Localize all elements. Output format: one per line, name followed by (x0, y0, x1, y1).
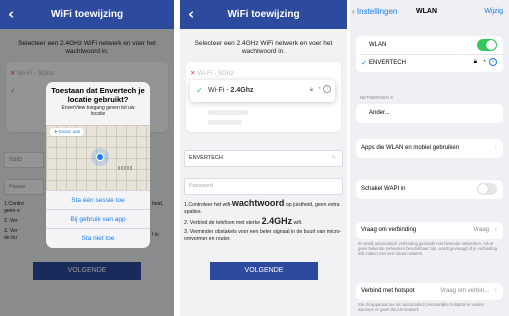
networks-header-label: NETWERKEN (360, 95, 389, 100)
wapi-label: Schakel WAPI in (361, 186, 406, 192)
lock-icon: 🔒︎ (473, 59, 477, 65)
apps-wlan-row[interactable]: Apps die WLAN en mobiel gebruiken › (356, 139, 503, 158)
allow-while-using-button[interactable]: Bij gebruik van app (46, 209, 150, 228)
selected-network-name: Wi-Fi - 2.4Ghz (208, 87, 254, 94)
dont-allow-button[interactable]: Sta niet toe (46, 228, 150, 247)
tip1-text-a: 1.Controleer het wifi- (184, 202, 232, 208)
allow-once-button[interactable]: Sta één sessie toe (46, 190, 150, 209)
wlan-label: WLAN (369, 42, 387, 48)
edit-icon[interactable]: ✎ (331, 151, 336, 166)
ssid-value: ENVERTECH (189, 155, 223, 161)
tip2-emphasis: 2.4GHz (261, 216, 293, 226)
app-header: ‹ WiFi toewijzing (180, 0, 347, 29)
apps-wlan-label: Apps die WLAN en mobiel gebruiken (361, 145, 460, 151)
auto-hotspot-row[interactable]: Verbind met hotspot Vraag om verbin... › (356, 283, 503, 300)
ask-to-join-row[interactable]: Vraag om verbinding Vraag › (356, 222, 503, 239)
map-buildings (118, 166, 132, 170)
other-network-label: Ander... (369, 110, 390, 116)
location-permission-dialog: Toestaan dat Envertech je locatie gebrui… (46, 82, 150, 248)
settings-nav-bar: ‹ Instellingen WLAN Wijzig (350, 0, 509, 26)
check-icon: ✓ (196, 86, 203, 95)
tips-block: 1.Controleer het wifi-wachtwoord op juis… (184, 198, 343, 243)
app-header: ‹ WiFi toewijzing (0, 0, 174, 29)
ask-to-join-label: Vraag om verbinding (361, 227, 417, 233)
chevron-right-icon: › (494, 144, 497, 151)
precise-location-toggle[interactable]: ➤ Exact: aan (50, 128, 85, 136)
network-band: 2.4Ghz (230, 87, 254, 94)
dialog-title: Toestaan dat Envertech je locatie gebrui… (51, 86, 145, 104)
divider (360, 54, 503, 55)
wifi-setup-screen-location-prompt: ‹ WiFi toewijzing Selecteer een 2.4GHz W… (0, 0, 174, 316)
wlan-card: WLAN ✓ ENVERTECH 🔒︎ ◔ i (356, 36, 503, 72)
info-icon[interactable]: i (323, 85, 331, 93)
connected-network-name[interactable]: ENVERTECH (369, 60, 406, 66)
other-network-row[interactable]: Ander... (356, 104, 503, 123)
page-title: WLAN (416, 8, 437, 15)
selected-network-row[interactable]: ✓ Wi-Fi - 2.4Ghz 🔒︎ ◔ i (190, 80, 335, 102)
ask-to-join-value: Vraag (473, 227, 489, 233)
precise-label: Exact: aan (59, 129, 81, 134)
auto-hotspot-note: Sta dit apparaat toe om automatisch pers… (358, 302, 484, 312)
wifi-setup-screen-network-picker: ‹ WiFi toewijzing Selecteer een 2.4GHz W… (180, 0, 347, 316)
loading-spinner-icon: ✳ (390, 95, 394, 100)
lock-icon: 🔒︎ (309, 87, 313, 93)
tip-band: 2. Verbind de telefoon met sterke 2.4GHz… (184, 216, 343, 227)
chevron-right-icon: › (494, 287, 497, 294)
networks-section-header: NETWERKEN ✳ (360, 95, 394, 101)
auto-hotspot-value: Vraag om verbin... (440, 288, 489, 294)
wifi-signal-icon: ◔ (482, 59, 486, 65)
edit-button[interactable]: Wijzig (484, 8, 503, 15)
placeholder-row (208, 120, 242, 125)
current-location-dot (96, 153, 104, 161)
back-label: Instellingen (356, 7, 398, 16)
ask-to-join-note: Er wordt automatisch verbinding gemaakt … (358, 241, 497, 256)
auto-hotspot-label: Verbind met hotspot (361, 288, 415, 294)
network-5g-label: Wi-Fi - 5Ghz (197, 70, 234, 77)
tip-password: 1.Controleer het wifi-wachtwoord op juis… (184, 198, 343, 216)
checkmark-icon: ✓ (361, 60, 367, 67)
tip-obstacles: 3. Verminder obstakels voor een beter si… (184, 229, 342, 242)
wifi-signal-icon: ◔ (317, 86, 321, 92)
network-5g-row[interactable]: ✕ Wi-Fi - 5Ghz (190, 69, 337, 77)
wapi-toggle[interactable] (477, 183, 497, 195)
next-button[interactable]: VOLGENDE (210, 262, 318, 280)
back-button[interactable]: ‹ Instellingen (352, 7, 397, 16)
ios-wlan-settings: ‹ Instellingen WLAN Wijzig WLAN ✓ ENVERT… (350, 0, 509, 316)
dialog-subtitle: EnverView toegang geven tot uw locatie (61, 105, 135, 117)
chevron-right-icon: › (494, 226, 497, 233)
info-icon[interactable]: i (489, 58, 497, 66)
wapi-row: Schakel WAPI in (356, 180, 503, 199)
header-title: WiFi toewijzing (227, 9, 300, 20)
toggle-knob (486, 40, 496, 50)
location-map: ➤ Exact: aan (46, 125, 150, 190)
tip2-text-a: 2. Verbind de telefoon met sterke (184, 220, 262, 226)
wlan-toggle[interactable] (477, 39, 497, 51)
password-field[interactable]: Password (184, 178, 343, 195)
network-prefix: Wi-Fi - (208, 87, 231, 94)
ssid-field[interactable]: ENVERTECH ✎ (184, 150, 343, 167)
tip2-text-b: wifi. (292, 220, 303, 226)
header-title: WiFi toewijzing (50, 9, 124, 20)
placeholder-row (208, 110, 248, 115)
toggle-knob (478, 184, 488, 194)
screenshot-root: ‹ WiFi toewijzing Selecteer een 2.4GHz W… (0, 0, 509, 316)
tip1-emphasis: wachtwoord (231, 198, 285, 208)
instruction-text: Selecteer een 2.4GHz WiFi netwerk en voe… (194, 40, 333, 55)
